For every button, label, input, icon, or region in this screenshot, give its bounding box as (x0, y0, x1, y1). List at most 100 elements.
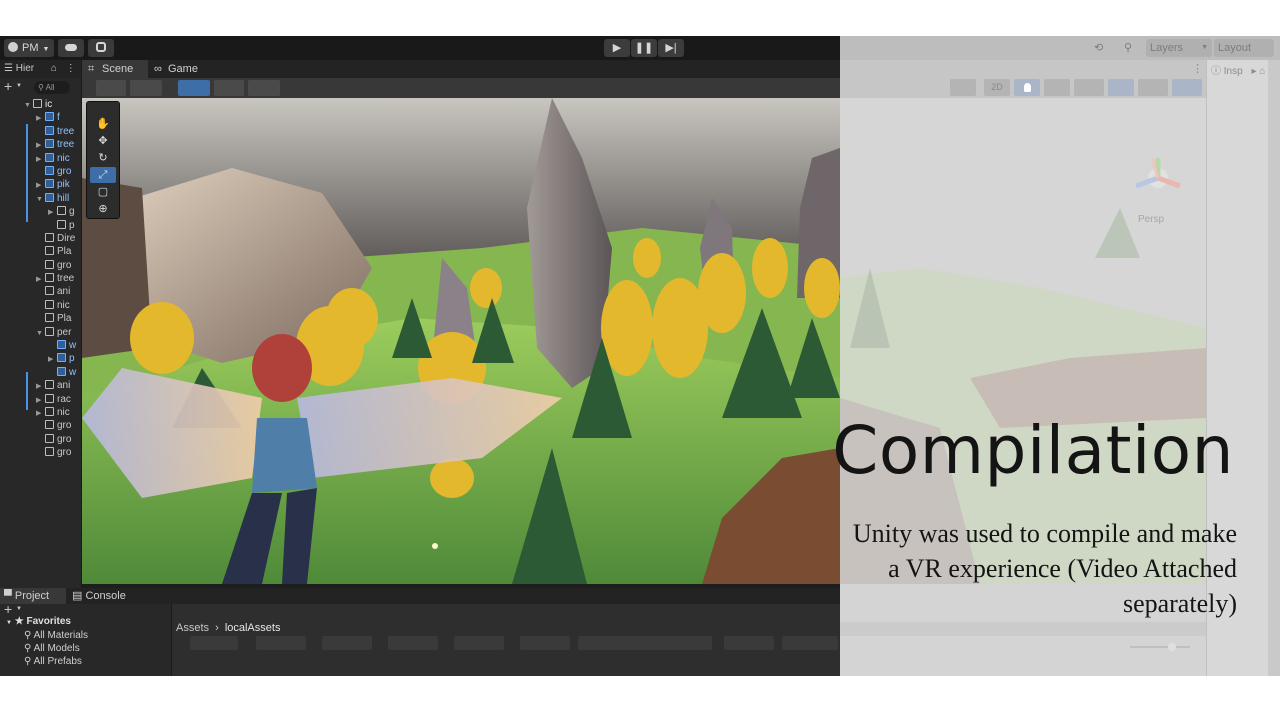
asset-tile[interactable] (388, 636, 438, 650)
increment-snap[interactable] (248, 80, 280, 96)
breadcrumb-item[interactable]: Assets (176, 622, 209, 634)
play-button[interactable]: ▶ (604, 39, 630, 57)
chevron-down-icon[interactable]: ▼ (16, 83, 22, 89)
hierarchy-item[interactable]: gro (0, 259, 81, 272)
chevron-right-icon[interactable]: ▶ (36, 153, 45, 166)
hierarchy-item[interactable]: w (0, 339, 81, 352)
favorite-item[interactable]: ⚲ All Materials (24, 629, 88, 642)
camera-dropdown[interactable] (1138, 79, 1168, 96)
asset-tile[interactable] (190, 636, 238, 650)
zoom-slider[interactable] (1130, 646, 1190, 648)
hierarchy-item[interactable]: ▶ pik (0, 178, 81, 191)
lighting-bulb-toggle[interactable] (1014, 79, 1040, 96)
pause-button[interactable]: ❚❚ (631, 39, 657, 57)
asset-tile[interactable] (256, 636, 306, 650)
layout-dropdown[interactable]: Layout (1214, 39, 1274, 57)
chevron-right-icon[interactable]: ▶ (36, 273, 45, 286)
rect-tool[interactable]: ▢ (90, 184, 116, 200)
hierarchy-item[interactable]: ▼ hill (0, 192, 81, 205)
chevron-down-icon[interactable]: ▼ (24, 99, 33, 112)
chevron-right-icon[interactable]: ▶ (48, 353, 57, 366)
hierarchy-item[interactable]: tree (0, 125, 81, 138)
hierarchy-item[interactable]: Pla (0, 245, 81, 258)
tab-scene[interactable]: ⌗ Scene (82, 60, 148, 78)
hierarchy-item[interactable]: ▼ ic (0, 98, 81, 111)
chevron-right-icon[interactable]: ▶ (36, 179, 45, 192)
asset-tile[interactable] (578, 636, 712, 650)
favorite-item[interactable]: ⚲ All Models (24, 642, 80, 655)
collab-button[interactable] (88, 39, 114, 57)
chevron-right-icon[interactable]: ▶ (36, 380, 45, 393)
hierarchy-item[interactable]: ▶ tree (0, 138, 81, 151)
favorite-item[interactable]: ⚲ All Prefabs (24, 655, 82, 668)
hierarchy-search-input[interactable]: ⚲ All (34, 81, 70, 94)
chevron-right-icon[interactable]: ▶ (36, 394, 45, 407)
hand-tool[interactable]: ✋ (90, 116, 116, 132)
hierarchy-item[interactable]: ▶ g (0, 205, 81, 218)
scene-viewport[interactable]: ✋ ✥ ↻ ⤢ ▢ ⊕ (82, 98, 840, 584)
chevron-right-icon[interactable]: ▶ (48, 206, 57, 219)
hierarchy-item[interactable]: gro (0, 419, 81, 432)
persp-label[interactable]: Persp (1138, 214, 1165, 225)
tab-game[interactable]: ∞ Game (148, 60, 214, 78)
hierarchy-item[interactable]: Pla (0, 312, 81, 325)
hierarchy-item[interactable]: ▶ p (0, 352, 81, 365)
add-icon[interactable]: + (4, 78, 12, 94)
snap-toggle[interactable] (178, 80, 210, 96)
add-icon[interactable]: + (4, 601, 12, 617)
rotate-tool[interactable]: ↻ (90, 150, 116, 166)
lighting-toggle[interactable] (950, 79, 976, 96)
favorites-header[interactable]: ▼ ★ Favorites (6, 616, 71, 627)
asset-tile[interactable] (782, 636, 838, 650)
asset-tile[interactable] (724, 636, 774, 650)
chevron-right-icon[interactable]: ▶ (36, 139, 45, 152)
gizmos-dropdown[interactable] (1172, 79, 1202, 96)
cloud-button[interactable] (58, 39, 84, 57)
audio-toggle[interactable] (1044, 79, 1070, 96)
hierarchy-item[interactable]: ani (0, 285, 81, 298)
chevron-down-icon[interactable]: ▼ (36, 193, 45, 206)
search-icon[interactable]: ⚲ (1124, 41, 1132, 54)
hierarchy-item[interactable]: ▼ per (0, 326, 81, 339)
tab-console[interactable]: ▤ Console (72, 588, 142, 604)
more-icon[interactable]: ⋮ (66, 63, 76, 74)
asset-tile[interactable] (454, 636, 504, 650)
2d-toggle[interactable]: 2D (984, 79, 1010, 96)
zoom-slider-thumb[interactable] (1168, 643, 1176, 651)
hierarchy-item[interactable]: Dire (0, 232, 81, 245)
hierarchy-item[interactable]: w (0, 366, 81, 379)
chevron-down-icon[interactable]: ▼ (16, 606, 22, 612)
scale-tool[interactable]: ⤢ (90, 167, 116, 183)
effects-dropdown[interactable] (1074, 79, 1104, 96)
lock-icon[interactable]: ⌂ (51, 63, 57, 74)
transform-tool[interactable]: ⊕ (90, 201, 116, 217)
history-icon[interactable]: ⟲ (1094, 41, 1103, 54)
move-tool[interactable]: ✥ (90, 133, 116, 149)
breadcrumb-item[interactable]: localAssets (225, 622, 281, 634)
hierarchy-item[interactable]: nic (0, 299, 81, 312)
hierarchy-item[interactable]: ▶ nic (0, 406, 81, 419)
hierarchy-tab[interactable]: ☰ Hier ⌂ ⋮ (0, 60, 81, 78)
hidden-objects-toggle[interactable] (1108, 79, 1134, 96)
hierarchy-item[interactable]: p (0, 219, 81, 232)
chevron-right-icon[interactable]: ▶ (36, 112, 45, 125)
asset-tile[interactable] (520, 636, 570, 650)
asset-tile[interactable] (322, 636, 372, 650)
account-dropdown[interactable]: PM ▼ (4, 39, 54, 57)
global-toggle[interactable] (130, 80, 162, 96)
hierarchy-item[interactable]: ▶ f (0, 111, 81, 124)
grid-toggle[interactable] (214, 80, 244, 96)
hierarchy-item[interactable]: gro (0, 165, 81, 178)
hierarchy-item[interactable]: ▶ nic (0, 152, 81, 165)
draw-mode-dropdown[interactable] (96, 80, 126, 96)
hierarchy-item[interactable]: ▶ ani (0, 379, 81, 392)
chevron-right-icon[interactable]: ▶ (36, 407, 45, 420)
more-icon[interactable]: ⋮ (1192, 62, 1203, 75)
hierarchy-item[interactable]: ▶ rac (0, 393, 81, 406)
inspector-tab[interactable]: ⓘ Insp ▸ ⌂ (1207, 60, 1268, 79)
step-button[interactable]: ▶| (658, 39, 684, 57)
hierarchy-item[interactable]: gro (0, 446, 81, 459)
hierarchy-item[interactable]: gro (0, 433, 81, 446)
chevron-down-icon[interactable]: ▼ (36, 327, 45, 340)
layers-dropdown[interactable]: Layers ▼ (1146, 39, 1212, 57)
